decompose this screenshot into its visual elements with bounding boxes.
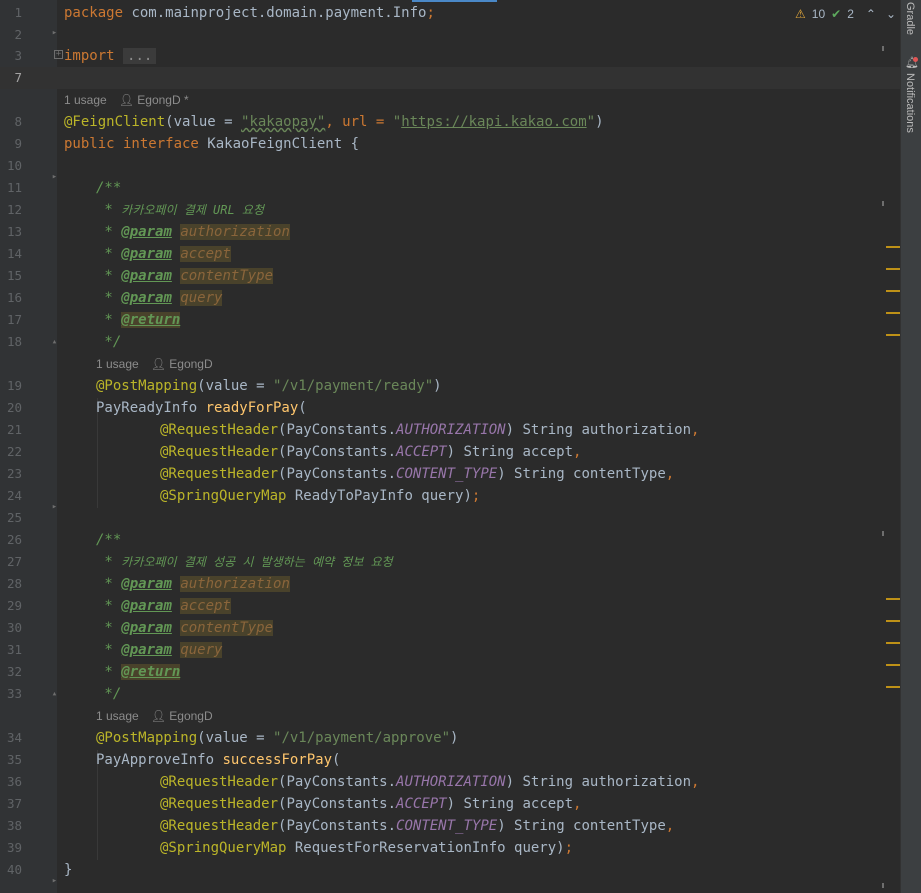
code-line-26[interactable]: 26 /**: [0, 529, 900, 551]
code-line-35[interactable]: 35 PayApproveInfo successForPay(: [0, 749, 900, 771]
code-line-38[interactable]: 38 @RequestHeader(PayConstants.CONTENT_T…: [0, 815, 900, 837]
code-line-22[interactable]: 22 @RequestHeader(PayConstants.ACCEPT) S…: [0, 441, 900, 463]
gradle-tab[interactable]: Gradle: [904, 2, 916, 35]
scroll-marker[interactable]: [882, 46, 884, 51]
chevron-down-icon[interactable]: ⌄: [886, 7, 896, 21]
code-line-20[interactable]: 20 PayReadyInfo readyForPay(: [0, 397, 900, 419]
warning-stripe[interactable]: [886, 598, 900, 600]
code-line-40[interactable]: 40 }: [0, 859, 900, 881]
code-line-24[interactable]: 24 @SpringQueryMap ReadyToPayInfo query)…: [0, 485, 900, 507]
code-line-27[interactable]: 27 * 카카오페이 결제 성공 시 발생하는 예약 정보 요청: [0, 551, 900, 573]
scroll-marker[interactable]: [882, 883, 884, 888]
code-line-37[interactable]: 37 @RequestHeader(PayConstants.ACCEPT) S…: [0, 793, 900, 815]
checkmark-icon: ✔: [831, 7, 842, 21]
code-line-25[interactable]: 25 ▸: [0, 503, 900, 529]
code-line-31[interactable]: 31 * @param query: [0, 639, 900, 661]
code-line-11[interactable]: 11 ▸ /**: [0, 173, 900, 199]
notification-badge: [913, 57, 918, 62]
right-tool-bar: Gradle 🔔︎ Notifications: [900, 0, 921, 893]
code-line-29[interactable]: 29 * @param accept: [0, 595, 900, 617]
import-fold[interactable]: ...: [123, 48, 157, 64]
usage-inlay[interactable]: 1 usage 👤︎ EgongD *: [64, 93, 189, 107]
fold-expand-icon[interactable]: +: [54, 50, 63, 59]
code-line-10[interactable]: 10: [0, 155, 900, 177]
fold-end-icon[interactable]: ▴: [50, 338, 59, 347]
fold-marker-icon[interactable]: ▸: [50, 173, 59, 182]
inspection-widget[interactable]: ⚠ 10 ✔ 2 ⌃ ⌄: [795, 4, 896, 24]
code-line-34[interactable]: 34 @PostMapping(value = "/v1/payment/app…: [0, 727, 900, 749]
code-line-30[interactable]: 30 * @param contentType: [0, 617, 900, 639]
fold-end-icon[interactable]: ▴: [50, 690, 59, 699]
usage-inlay[interactable]: 1 usage 👤︎ EgongD: [96, 709, 213, 723]
code-line-39[interactable]: 39 @SpringQueryMap RequestForReservation…: [0, 837, 900, 859]
warning-stripe[interactable]: [886, 268, 900, 270]
code-line-23[interactable]: 23 @RequestHeader(PayConstants.CONTENT_T…: [0, 463, 900, 485]
warning-stripe[interactable]: [886, 312, 900, 314]
current-line: 7: [0, 67, 900, 89]
code-line-15[interactable]: 15 * @param contentType: [0, 265, 900, 287]
code-line-8[interactable]: 8 @FeignClient(value = "kakaopay", url =…: [0, 111, 900, 133]
code-line-36[interactable]: 36 @RequestHeader(PayConstants.AUTHORIZA…: [0, 771, 900, 793]
fold-marker-icon[interactable]: ▸: [50, 877, 59, 886]
chevron-up-icon[interactable]: ⌃: [866, 7, 876, 21]
code-line-9[interactable]: 9 public interface KakaoFeignClient {: [0, 133, 900, 155]
code-line-17[interactable]: 17 * @return: [0, 309, 900, 331]
warning-stripe[interactable]: [886, 620, 900, 622]
code-line-14[interactable]: 14 * @param accept: [0, 243, 900, 265]
code-line-2[interactable]: 2 ▸: [0, 24, 900, 46]
code-line-3[interactable]: 3 + import ...: [0, 45, 900, 67]
code-line-28[interactable]: 28 * @param authorization: [0, 573, 900, 595]
warning-stripe[interactable]: [886, 246, 900, 248]
code-line-13[interactable]: 13 * @param authorization: [0, 221, 900, 243]
warning-stripe[interactable]: [886, 334, 900, 336]
warning-stripe[interactable]: [886, 290, 900, 292]
code-line-18[interactable]: 18 ▴ */: [0, 331, 900, 353]
url-link[interactable]: https://kapi.kakao.com: [401, 114, 586, 130]
code-line-32[interactable]: 32 * @return: [0, 661, 900, 683]
scroll-marker[interactable]: [882, 531, 884, 536]
fold-marker-icon[interactable]: ▸: [50, 503, 59, 512]
code-line-12[interactable]: 12 * 카카오페이 결제 URL 요청: [0, 199, 900, 221]
fold-marker-icon[interactable]: ▸: [50, 29, 59, 38]
code-line-19[interactable]: 19 @PostMapping(value = "/v1/payment/rea…: [0, 375, 900, 397]
person-icon: 👤︎: [118, 93, 134, 107]
warning-stripe[interactable]: [886, 642, 900, 644]
warning-stripe[interactable]: [886, 686, 900, 688]
scroll-marker[interactable]: [882, 201, 884, 206]
warning-icon: ⚠: [795, 7, 806, 21]
code-line-33[interactable]: 33 ▴ */: [0, 683, 900, 705]
warning-stripe[interactable]: [886, 664, 900, 666]
code-line-16[interactable]: 16 * @param query: [0, 287, 900, 309]
person-icon: 👤︎: [150, 709, 166, 723]
code-line-1[interactable]: 1 package com.mainproject.domain.payment…: [0, 2, 900, 24]
notifications-tab[interactable]: Notifications: [904, 73, 916, 133]
person-icon: 👤︎: [150, 357, 166, 371]
code-line-21[interactable]: 21 @RequestHeader(PayConstants.AUTHORIZA…: [0, 419, 900, 441]
usage-inlay[interactable]: 1 usage 👤︎ EgongD: [96, 357, 213, 371]
